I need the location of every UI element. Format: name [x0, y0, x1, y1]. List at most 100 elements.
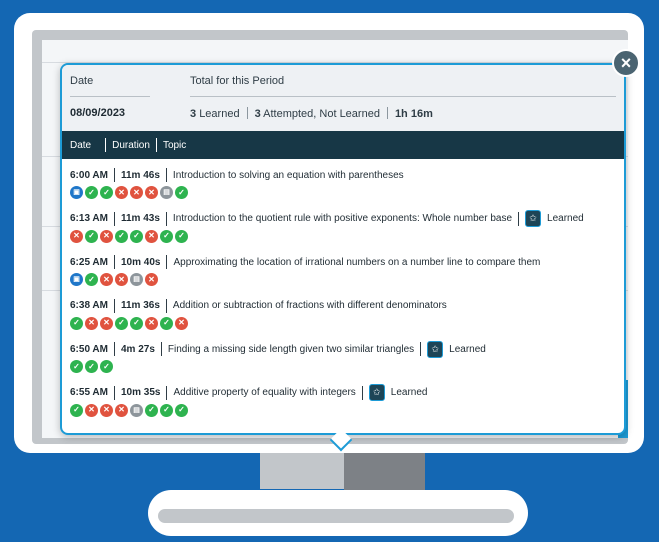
session-summary-line: 6:25 AM 10m 40s Approximating the location…: [70, 253, 618, 271]
correct-icon: ✓: [160, 403, 173, 417]
answer-history: ✕ ✓ ✕ ✓ ✓ ✕ ✓ ✓: [70, 229, 618, 245]
answer-history: ▣ ✓ ✕ ✕ ▤ ✕: [70, 273, 618, 288]
period-totals: 3 Learned 3 Attempted, Not Learned 1h 16m: [190, 107, 433, 120]
close-button[interactable]: ×: [612, 49, 640, 77]
session-row[interactable]: 6:55 AM 10m 35s Additive property of equal…: [70, 384, 618, 428]
session-summary-line: 6:50 AM 4m 27s Finding a missing side leng…: [70, 340, 618, 358]
session-duration: 10m 40s: [120, 256, 161, 268]
table-header: Date Duration Topic: [62, 131, 624, 159]
incorrect-icon: ✕: [85, 316, 98, 330]
incorrect-icon: ✕: [100, 229, 113, 243]
correct-icon: ✓: [175, 403, 188, 417]
answer-history: ▣ ✓ ✓ ✕ ✕ ✕ ▤ ✓: [70, 186, 618, 201]
learned-badge-icon: ✩: [427, 340, 444, 358]
session-topic: Finding a missing side length given two …: [167, 343, 415, 355]
column-duration: Duration: [112, 139, 150, 151]
period-date: 08/09/2023: [70, 107, 126, 119]
attempted-count: 3: [254, 108, 261, 120]
session-time: 6:13 AM: [70, 213, 108, 224]
monitor-base-bar: [158, 509, 514, 523]
incorrect-icon: ✕: [115, 186, 128, 199]
session-duration: 11m 46s: [120, 169, 160, 181]
session-summary-line: 6:13 AM 11m 43s Introduction to the quotie…: [70, 210, 618, 228]
incorrect-icon: ✕: [100, 403, 113, 417]
correct-icon: ✓: [70, 360, 83, 373]
session-row[interactable]: 6:38 AM 11m 36s Addition or subtraction of…: [70, 297, 618, 341]
session-duration: 11m 36s: [120, 300, 160, 311]
correct-icon: ✓: [130, 316, 143, 330]
incorrect-icon: ✕: [100, 316, 113, 330]
incorrect-icon: ✕: [85, 403, 98, 417]
correct-icon: ✓: [85, 360, 98, 373]
correct-icon: ✓: [175, 229, 188, 243]
session-detail-popup: Date Total for this Period 08/09/2023 3 …: [60, 63, 626, 435]
session-topic: Additive property of equality with integ…: [173, 387, 356, 398]
summary-underline: [70, 96, 150, 97]
total-minutes: 16m: [410, 108, 433, 120]
answer-history: ✓ ✕ ✕ ✕ ▤ ✓ ✓ ✓: [70, 403, 618, 419]
correct-icon: ✓: [85, 229, 98, 243]
learned-label: Learned: [449, 343, 486, 355]
correct-icon: ✓: [145, 403, 158, 417]
correct-icon: ✓: [160, 316, 173, 330]
learned-badge-icon: ✩: [525, 210, 542, 227]
session-topic: Addition or subtraction of fractions wit…: [172, 300, 447, 311]
session-duration: 4m 27s: [120, 343, 155, 355]
session-summary-line: 6:38 AM 11m 36s Addition or subtraction of…: [70, 297, 618, 315]
video-icon: ▣: [70, 186, 83, 199]
correct-icon: ✓: [160, 229, 173, 243]
incorrect-icon: ✕: [100, 273, 113, 286]
correct-icon: ✓: [115, 316, 128, 330]
session-topic: Introduction to the quotient rule with p…: [172, 213, 513, 224]
session-time: 6:55 AM: [70, 387, 108, 398]
session-duration: 11m 43s: [120, 213, 160, 224]
column-topic: Topic: [162, 139, 187, 151]
period-summary: Date Total for this Period 08/09/2023 3 …: [62, 65, 624, 131]
correct-icon: ✓: [100, 360, 113, 373]
example-icon: ▤: [130, 273, 143, 286]
correct-icon: ✓: [70, 403, 83, 417]
session-topic: Introduction to solving an equation with…: [172, 169, 404, 181]
correct-icon: ✓: [85, 273, 98, 286]
example-icon: ▤: [160, 186, 173, 199]
correct-icon: ✓: [130, 229, 143, 243]
learned-text: Learned: [199, 108, 240, 120]
session-time: 6:00 AM: [70, 169, 108, 181]
session-summary-line: 6:55 AM 10m 35s Additive property of equal…: [70, 384, 618, 402]
correct-icon: ✓: [100, 186, 113, 199]
date-label: Date: [70, 75, 94, 87]
total-label: Total for this Period: [190, 75, 285, 87]
video-icon: ▣: [70, 273, 83, 286]
session-summary-line: 6:00 AM 11m 46s Introduction to solving an…: [70, 166, 618, 184]
incorrect-icon: ✕: [130, 186, 143, 199]
session-time: 6:50 AM: [70, 343, 108, 355]
correct-icon: ✓: [85, 186, 98, 199]
incorrect-icon: ✕: [70, 229, 83, 243]
column-date: Date: [70, 139, 92, 151]
correct-icon: ✓: [70, 316, 83, 330]
total-hours: 1h: [394, 108, 408, 120]
example-icon: ▤: [130, 403, 143, 417]
session-row[interactable]: 6:25 AM 10m 40s Approximating the location…: [70, 253, 618, 297]
session-list: 6:00 AM 11m 46s Introduction to solving an…: [70, 166, 618, 427]
learned-label: Learned: [547, 213, 584, 224]
incorrect-icon: ✕: [115, 273, 128, 286]
correct-icon: ✓: [115, 229, 128, 243]
session-duration: 10m 35s: [120, 387, 161, 398]
learned-count: 3: [190, 108, 197, 120]
attempted-text: Attempted, Not Learned: [263, 108, 380, 120]
incorrect-icon: ✕: [145, 229, 158, 243]
session-row[interactable]: 6:50 AM 4m 27s Finding a missing side leng…: [70, 340, 618, 384]
session-row[interactable]: 6:13 AM 11m 43s Introduction to the quotie…: [70, 210, 618, 254]
incorrect-icon: ✕: [145, 316, 158, 330]
incorrect-icon: ✕: [145, 186, 158, 199]
session-time: 6:25 AM: [70, 256, 108, 268]
answer-history: ✓ ✕ ✕ ✓ ✓ ✕ ✓ ✕: [70, 316, 618, 332]
correct-icon: ✓: [175, 186, 188, 199]
session-row[interactable]: 6:00 AM 11m 46s Introduction to solving an…: [70, 166, 618, 210]
learned-label: Learned: [390, 387, 428, 398]
incorrect-icon: ✕: [175, 316, 188, 330]
session-topic: Approximating the location of irrational…: [173, 256, 541, 268]
session-time: 6:38 AM: [70, 300, 108, 311]
learned-badge-icon: ✩: [368, 384, 385, 401]
